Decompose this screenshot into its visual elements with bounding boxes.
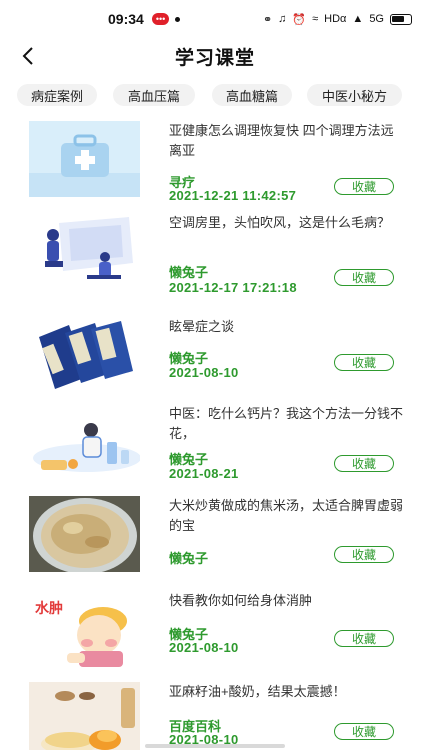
article-item[interactable]: 眩晕症之谈 懒兔子 2021-08-10 收藏: [0, 311, 430, 403]
article-author: 懒兔子: [169, 551, 209, 566]
notification-dot-icon: [175, 16, 181, 22]
article-title: 眩晕症之谈: [169, 319, 235, 334]
article-thumbnail: [29, 317, 140, 393]
article-item[interactable]: 中医：吃什么钙片？我这个方法一分钱不花， 懒兔子 2021-08-21 收藏: [0, 398, 430, 490]
article-thumbnail: [29, 121, 140, 197]
article-thumbnail: [29, 682, 140, 750]
page-title: 学习课堂: [174, 47, 255, 69]
article-date: 2021-08-10: [169, 640, 239, 655]
article-date: 2021-12-21 11:42:57: [169, 188, 297, 203]
home-indicator: [145, 744, 285, 748]
mute-icon: ♫: [278, 13, 287, 25]
favorite-button[interactable]: 收藏: [334, 455, 394, 472]
favorite-button[interactable]: 收藏: [334, 178, 394, 195]
article-date: 2021-08-21: [169, 466, 239, 481]
wifi-icon: ≈: [312, 13, 319, 25]
article-thumbnail: [29, 496, 140, 572]
headphones-icon: ⚭: [262, 13, 273, 26]
article-title: 空调房里，头怕吹风，这是什么毛病？: [169, 215, 391, 230]
article-item[interactable]: 大米炒黄做成的焦米汤，太适合脾胃虚弱的宝 懒兔子 收藏: [0, 490, 430, 582]
article-item[interactable]: 空调房里，头怕吹风，这是什么毛病？ 懒兔子 2021-12-17 17:21:1…: [0, 207, 430, 299]
back-button[interactable]: [14, 42, 42, 70]
signal-label: 5G: [369, 13, 384, 25]
signal-icon: ▲: [352, 13, 364, 25]
network-label: HDα: [324, 13, 347, 25]
tab-tcm-remedies[interactable]: 中医小秘方: [307, 84, 402, 106]
article-title: 快看教你如何给身体消肿: [169, 593, 313, 608]
article-author: 懒兔子: [169, 265, 209, 280]
article-title: 亚麻籽油+酸奶，结果太震撼！: [169, 684, 346, 699]
favorite-button[interactable]: 收藏: [334, 630, 394, 647]
article-item[interactable]: 水肿 快看教你如何给身体消肿 懒兔子 2021-08-10 收藏: [0, 585, 430, 677]
status-bar: 09:34 ••• ⚭ ♫ ⏰ ≈ HDα ▲ 5G: [0, 0, 430, 38]
favorite-button[interactable]: 收藏: [334, 546, 394, 563]
battery-icon: [390, 13, 412, 25]
favorite-button[interactable]: 收藏: [334, 269, 394, 286]
swelling-label: 水肿: [35, 600, 63, 617]
status-icons: ⚭ ♫ ⏰ ≈ HDα ▲ 5G: [263, 13, 412, 26]
favorite-button[interactable]: 收藏: [334, 723, 394, 740]
app-header: 学习课堂: [0, 38, 430, 74]
favorite-button[interactable]: 收藏: [334, 354, 394, 371]
chevron-left-icon: [22, 47, 33, 65]
tab-hypertension[interactable]: 高血压篇: [113, 84, 195, 106]
article-title: 中医：吃什么钙片？我这个方法一分钱不花，: [169, 406, 404, 441]
article-title: 大米炒黄做成的焦米汤，太适合脾胃虚弱的宝: [169, 498, 404, 533]
alarm-icon: ⏰: [292, 13, 307, 26]
article-thumbnail: 水肿: [29, 591, 140, 667]
article-item[interactable]: 亚健康怎么调理恢复快 四个调理方法远离亚 寻疗 2021-12-21 11:42…: [0, 115, 430, 207]
article-thumbnail: [29, 404, 140, 480]
notification-badge: •••: [151, 13, 170, 25]
article-thumbnail: [29, 213, 140, 289]
tab-hyperglycemia[interactable]: 高血糖篇: [212, 84, 292, 106]
article-item[interactable]: 亚麻籽油+酸奶，结果太震撼！ 百度百科 2021-08-10 收藏: [0, 676, 430, 750]
status-time: 09:34: [108, 11, 144, 27]
category-tabs: 病症案例 高血压篇 高血糖篇 中医小秘方: [0, 84, 430, 106]
article-date: 2021-08-10: [169, 365, 239, 380]
article-title: 亚健康怎么调理恢复快 四个调理方法远离亚: [169, 123, 394, 158]
article-date: 2021-12-17 17:21:18: [169, 280, 297, 295]
tab-disease-cases[interactable]: 病症案例: [17, 84, 97, 106]
